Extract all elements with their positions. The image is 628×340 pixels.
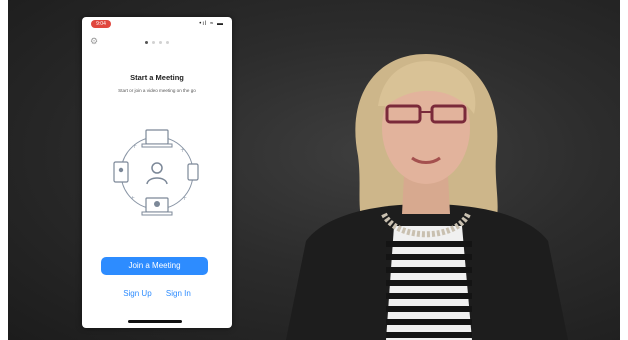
- status-bar: 9:04 •ıl ≈ ▬: [82, 17, 232, 31]
- svg-text:+: +: [130, 195, 135, 202]
- page-dot-active: [145, 41, 148, 44]
- page-indicator: [82, 41, 232, 44]
- sign-in-link[interactable]: Sign In: [166, 289, 191, 298]
- page-title: Start a Meeting: [130, 73, 184, 82]
- status-time: 9:04: [91, 20, 111, 28]
- join-meeting-button[interactable]: Join a Meeting: [101, 257, 208, 275]
- video-frame: 9:04 •ıl ≈ ▬ ⚙ Start a Meeting Start or …: [8, 0, 620, 340]
- auth-links: Sign Up Sign In: [82, 289, 232, 298]
- page-dot: [159, 41, 162, 44]
- page-dot: [152, 41, 155, 44]
- svg-text:+: +: [180, 147, 185, 154]
- sign-up-link[interactable]: Sign Up: [123, 289, 151, 298]
- page-subtitle: Start or join a video meeting on the go: [118, 88, 196, 93]
- svg-text:+: +: [182, 195, 187, 202]
- svg-text:+: +: [132, 143, 137, 150]
- page-dot: [166, 41, 169, 44]
- status-icons: •ıl ≈ ▬: [199, 21, 224, 27]
- home-indicator: [128, 320, 182, 323]
- presenter-image: [286, 54, 568, 340]
- phone-screen: 9:04 •ıl ≈ ▬ ⚙ Start a Meeting Start or …: [82, 17, 232, 328]
- meeting-illustration-icon: + + + +: [113, 129, 199, 216]
